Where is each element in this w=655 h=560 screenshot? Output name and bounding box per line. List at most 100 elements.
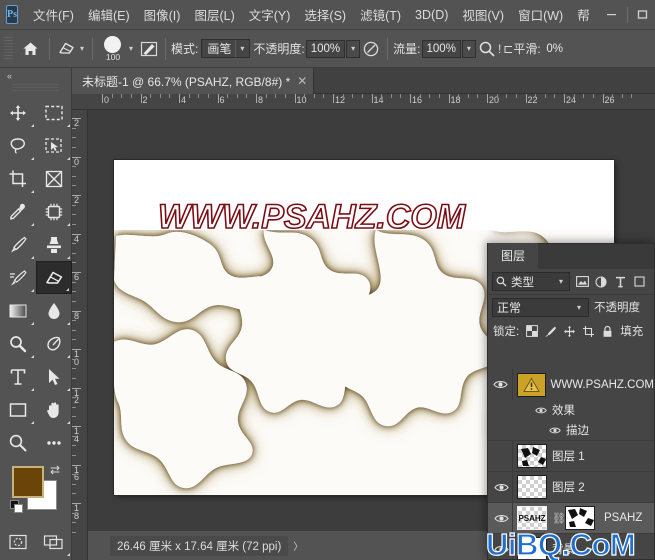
zoom-tool[interactable] — [0, 426, 36, 459]
menu-view[interactable]: 视图(V) — [455, 2, 511, 27]
table-row[interactable]: 图层 2 — [488, 471, 654, 503]
menu-help[interactable]: 帮 — [570, 2, 597, 27]
transparent-pixel-thumbnail[interactable] — [517, 475, 547, 499]
lock-position-icon[interactable] — [563, 325, 576, 338]
quick-selection-tool[interactable] — [36, 129, 72, 162]
link-mask-icon[interactable]: ⛓ — [552, 512, 566, 525]
layer-visibility-toggle[interactable] — [490, 379, 512, 390]
rectangular-marquee-tool[interactable] — [36, 96, 72, 129]
brush-tool[interactable] — [0, 228, 36, 261]
layer-blend-mode-select[interactable]: 正常 ▾ — [492, 297, 589, 317]
transparent-pixel-thumbnail[interactable] — [517, 444, 547, 468]
layer-filter-row: 类型 ▾ — [488, 269, 654, 295]
eraser-tool[interactable] — [36, 261, 72, 294]
document-tab[interactable]: 未标题-1 @ 66.7% (PSAHZ, RGB/8#) * ✕ — [72, 68, 315, 94]
brush-chevron-icon[interactable]: ▾ — [126, 44, 136, 53]
history-brush-tool[interactable] — [0, 261, 36, 294]
hand-tool[interactable] — [36, 393, 72, 426]
adjustment-filter-icon[interactable] — [594, 274, 608, 290]
airbrush-button[interactable] — [476, 38, 498, 60]
menu-image[interactable]: 图像(I) — [137, 2, 188, 27]
lock-transparent-pixels-icon[interactable] — [525, 325, 538, 338]
menu-type[interactable]: 文字(Y) — [242, 2, 298, 27]
menu-select[interactable]: 选择(S) — [297, 2, 353, 27]
blur-tool[interactable] — [36, 294, 72, 327]
eyedropper-tool[interactable] — [0, 195, 36, 228]
menu-window[interactable]: 窗口(W) — [511, 2, 570, 27]
options-bar-grip[interactable] — [4, 36, 13, 61]
ruler-label: 4 — [181, 95, 187, 105]
tab-layers[interactable]: 图层 — [488, 243, 539, 269]
layer-visibility-toggle[interactable] — [490, 482, 512, 493]
default-colors-icon[interactable] — [10, 500, 24, 514]
opacity-chevron-icon[interactable]: ▾ — [346, 39, 361, 58]
menu-3d[interactable]: 3D(D) — [408, 5, 455, 25]
layer-visibility-toggle[interactable] — [490, 451, 512, 462]
pressure-opacity-button[interactable] — [360, 38, 382, 60]
path-selection-tool[interactable] — [36, 360, 72, 393]
rectangle-tool[interactable] — [0, 393, 36, 426]
pen-tool[interactable] — [36, 327, 72, 360]
menu-edit[interactable]: 编辑(E) — [81, 2, 137, 27]
effect-visibility-toggle[interactable] — [548, 426, 561, 435]
tools-panel-grip[interactable] — [12, 84, 59, 93]
home-button[interactable] — [16, 35, 44, 63]
flow-chevron-icon[interactable]: ▾ — [461, 39, 476, 58]
lasso-tool[interactable] — [0, 129, 36, 162]
layer-effect-stroke[interactable]: 描边 — [488, 420, 654, 440]
tool-submenu-indicator — [31, 190, 34, 193]
maximize-button[interactable] — [628, 0, 655, 30]
lock-image-pixels-icon[interactable] — [544, 325, 557, 338]
status-chevron-icon[interactable]: 〉 — [293, 538, 303, 553]
horizontal-ruler[interactable]: 0 2 4 6 8 10 12 14 16 18 20 22 24 26 — [72, 94, 655, 110]
layer-visibility-toggle[interactable] — [490, 513, 512, 524]
crop-tool[interactable] — [0, 162, 36, 195]
minimize-button[interactable] — [597, 0, 627, 30]
ruler-minor-tick — [227, 94, 229, 98]
tool-preset-chevron-icon[interactable]: ▾ — [77, 44, 87, 53]
type-layer-thumbnail[interactable] — [516, 372, 547, 397]
layer-effects-group[interactable]: 效果 — [488, 400, 654, 420]
menu-layer[interactable]: 图层(L) — [187, 2, 241, 27]
menu-file[interactable]: 文件(F) — [26, 2, 81, 27]
brush-preset-picker[interactable]: 100 ▾ — [98, 34, 138, 64]
vertical-ruler[interactable]: 2 0 2 4 6 8 10 12 14 16 18 — [72, 110, 88, 560]
dodge-tool[interactable] — [0, 327, 36, 360]
spot-healing-brush-tool[interactable] — [36, 195, 72, 228]
lock-artboard-icon[interactable] — [582, 325, 595, 338]
effect-visibility-toggle[interactable] — [534, 406, 547, 415]
menu-filter[interactable]: 滤镜(T) — [353, 2, 408, 27]
move-tool[interactable] — [0, 96, 36, 129]
flow-input[interactable]: 100% — [421, 39, 461, 58]
blend-mode-select[interactable]: 画笔 ▾ — [201, 39, 251, 58]
shape-filter-icon[interactable] — [632, 274, 646, 290]
current-tool-icon-button[interactable] — [55, 38, 77, 60]
clone-stamp-tool[interactable] — [36, 228, 72, 261]
gradient-tool[interactable] — [0, 294, 36, 327]
edit-toolbar-tool[interactable] — [36, 426, 72, 459]
ruler-minor-tick — [583, 94, 585, 98]
lock-all-icon[interactable] — [601, 325, 614, 338]
document-dimensions-status[interactable]: 26.46 厘米 x 17.64 厘米 (72 ppi) — [110, 535, 289, 556]
table-row[interactable]: 图层 1 — [488, 440, 654, 472]
swap-colors-icon[interactable]: ⇄ — [50, 463, 60, 477]
ruler-minor-tick — [72, 368, 76, 370]
quick-mask-button[interactable] — [0, 525, 36, 558]
screen-mode-button[interactable] — [36, 525, 72, 558]
horizontal-type-tool[interactable] — [0, 360, 36, 393]
home-icon — [23, 42, 37, 55]
foreground-color-swatch[interactable] — [12, 466, 44, 498]
smoothing-input[interactable]: 0% — [542, 40, 568, 58]
document-tab-strip: 未标题-1 @ 66.7% (PSAHZ, RGB/8#) * ✕ — [72, 68, 655, 94]
layer-filter-type-select[interactable]: 类型 ▾ — [492, 272, 570, 291]
close-icon[interactable]: ✕ — [297, 74, 307, 88]
ruler-minor-tick — [72, 522, 76, 524]
collapse-tools-button[interactable]: « — [0, 68, 71, 83]
table-row[interactable]: WWW.PSAHZ.COM — [488, 369, 654, 400]
opacity-input[interactable]: 100% — [305, 39, 346, 58]
move-tool-icon — [10, 104, 26, 121]
type-filter-icon[interactable] — [613, 274, 627, 290]
frame-tool[interactable] — [36, 162, 72, 195]
brush-settings-button[interactable] — [138, 38, 160, 60]
pixel-filter-icon[interactable] — [575, 274, 589, 290]
